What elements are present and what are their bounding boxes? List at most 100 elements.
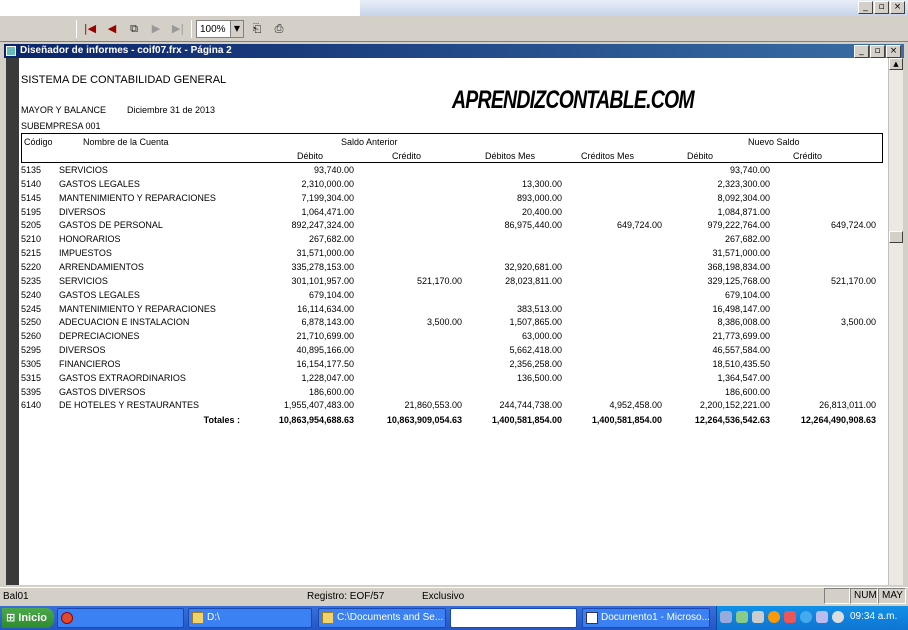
status-may: MAY — [878, 588, 906, 604]
close-preview-icon[interactable]: ⎗ — [248, 20, 266, 38]
row-code: 5195 — [21, 206, 42, 217]
next-page-icon[interactable]: ▶ — [147, 20, 165, 38]
first-page-icon[interactable]: |◀ — [81, 20, 99, 38]
row-prev-credit: 521,170.00 — [416, 275, 462, 286]
taskbar-item-documents[interactable]: C:\Documents and Se... — [318, 608, 446, 628]
total-prev-debit: 10,863,954,688.63 — [278, 415, 354, 425]
messenger-icon[interactable] — [752, 611, 764, 623]
row-account-name: MANTENIMIENTO Y REPARACIONES — [59, 192, 216, 203]
row-prev-debit: 2,310,000.00 — [301, 178, 354, 189]
restore-icon[interactable]: ▫ — [874, 1, 889, 14]
taskbar-item-word[interactable]: Documento1 - Microso... — [582, 608, 710, 628]
row-month-credits: 649,724.00 — [616, 220, 662, 231]
row-code: 5135 — [21, 165, 42, 175]
report-name: MAYOR Y BALANCE — [21, 105, 107, 115]
row-prev-debit: 7,199,304.00 — [301, 192, 354, 203]
connection-icon[interactable] — [800, 611, 812, 623]
close-icon[interactable]: × — [890, 1, 905, 14]
header-month-credits: Créditos Mes — [581, 151, 635, 161]
outer-title-blank — [0, 0, 360, 16]
previous-page-icon[interactable]: ◀ — [103, 20, 121, 38]
row-code: 5235 — [21, 275, 42, 286]
row-new-debit: 979,222,764.00 — [707, 220, 770, 231]
row-prev-debit: 40,895,166.00 — [296, 345, 354, 356]
security-icon[interactable] — [736, 611, 748, 623]
close-icon[interactable]: × — [886, 45, 901, 58]
row-new-debit: 1,364,547.00 — [717, 372, 770, 383]
header-code: Código — [24, 137, 53, 147]
header-prev-balance: Saldo Anterior — [341, 137, 398, 147]
tools-icon[interactable] — [784, 611, 796, 623]
row-new-debit: 186,600.00 — [724, 386, 770, 397]
row-month-debits: 86,975,440.00 — [504, 220, 562, 231]
start-button[interactable]: ⊞ Inicio — [2, 608, 54, 628]
status-num: NUM — [850, 588, 878, 604]
scroll-up-icon[interactable]: ▲ — [889, 58, 903, 70]
row-account-name: HONORARIOS — [59, 234, 121, 245]
row-prev-debit: 16,114,634.00 — [297, 303, 354, 314]
row-new-debit: 679,104.00 — [724, 289, 770, 300]
inner-window-title: Diseñador de informes - coif07.frx - Pág… — [4, 44, 904, 58]
last-page-icon[interactable]: ▶| — [169, 20, 187, 38]
total-month-debits: 1,400,581,854.00 — [491, 415, 562, 425]
row-prev-debit: 186,600.00 — [308, 386, 354, 397]
minimize-icon[interactable]: _ — [854, 45, 869, 58]
minimize-icon[interactable]: _ — [858, 1, 873, 14]
row-account-name: GASTOS LEGALES — [59, 178, 140, 189]
header-debit: Débito — [297, 151, 324, 161]
row-month-debits: 136,500.00 — [516, 372, 562, 383]
header-credit: Crédito — [392, 151, 422, 161]
taskbar-item-documents-label: C:\Documents and Se... — [337, 612, 444, 623]
status-mode: Exclusivo — [422, 591, 465, 602]
total-new-credit: 12,264,490,908.63 — [800, 415, 876, 425]
row-code: 5305 — [21, 358, 42, 369]
row-account-name: ARRENDAMIENTOS — [59, 261, 144, 272]
row-prev-debit: 335,278,153.00 — [291, 261, 354, 272]
row-account-name: DEPRECIACIONES — [59, 331, 140, 342]
row-code: 5260 — [21, 331, 42, 342]
row-code: 5140 — [21, 178, 42, 189]
row-new-debit: 368,198,834.00 — [707, 261, 770, 272]
totals-label: Totales : — [203, 415, 240, 425]
row-prev-debit: 1,955,407,483.00 — [283, 400, 354, 411]
row-account-name: GASTOS DIVERSOS — [59, 386, 146, 397]
zoom-select[interactable]: 100% ▼ — [196, 20, 244, 38]
go-to-page-icon[interactable]: ⧉ — [125, 20, 143, 38]
taskbar-item-browser[interactable] — [57, 608, 184, 628]
row-new-debit: 267,682.00 — [724, 234, 770, 245]
subcompany: SUBEMPRESA 001 — [21, 121, 101, 131]
row-month-credits: 4,952,458.00 — [609, 400, 662, 411]
row-account-name: FINANCIEROS — [59, 358, 121, 369]
row-prev-debit: 892,247,324.00 — [291, 220, 354, 231]
row-month-debits: 28,023,811.00 — [505, 275, 562, 286]
header-month-debits: Débitos Mes — [485, 151, 536, 161]
updates-icon[interactable] — [768, 611, 780, 623]
row-prev-debit: 6,878,143.00 — [301, 317, 354, 328]
row-code: 5245 — [21, 303, 42, 314]
network-icon[interactable] — [720, 611, 732, 623]
row-code: 5240 — [21, 289, 42, 300]
vertical-scrollbar[interactable]: ▲ — [888, 58, 903, 585]
row-code: 5205 — [21, 220, 42, 231]
total-prev-credit: 10,863,909,054.63 — [386, 415, 462, 425]
document-icon — [586, 612, 598, 624]
row-new-debit: 8,386,008.00 — [717, 317, 770, 328]
chevron-down-icon[interactable]: ▼ — [230, 21, 243, 37]
volume-icon[interactable] — [816, 611, 828, 623]
restore-icon[interactable]: ▫ — [870, 45, 885, 58]
print-icon[interactable]: ⎙ — [270, 20, 288, 38]
total-new-debit: 12,264,536,542.63 — [694, 415, 770, 425]
outer-window-controls: _ ▫ × — [858, 1, 905, 14]
taskbar-item-drive[interactable]: D:\ — [188, 608, 312, 628]
start-label: Inicio — [18, 612, 48, 624]
row-new-debit: 31,571,000.00 — [712, 248, 770, 259]
scroll-thumb[interactable] — [889, 231, 903, 243]
taskbar-item-blank[interactable] — [450, 608, 577, 628]
row-new-debit: 1,084,871.00 — [717, 206, 770, 217]
row-new-debit: 329,125,768.00 — [707, 275, 770, 286]
zoom-value: 100% — [200, 23, 226, 35]
row-month-debits: 20,400.00 — [521, 206, 562, 217]
row-account-name: DIVERSOS — [59, 206, 106, 217]
row-month-debits: 32,920,681.00 — [504, 261, 562, 272]
row-prev-debit: 267,682.00 — [308, 234, 354, 245]
